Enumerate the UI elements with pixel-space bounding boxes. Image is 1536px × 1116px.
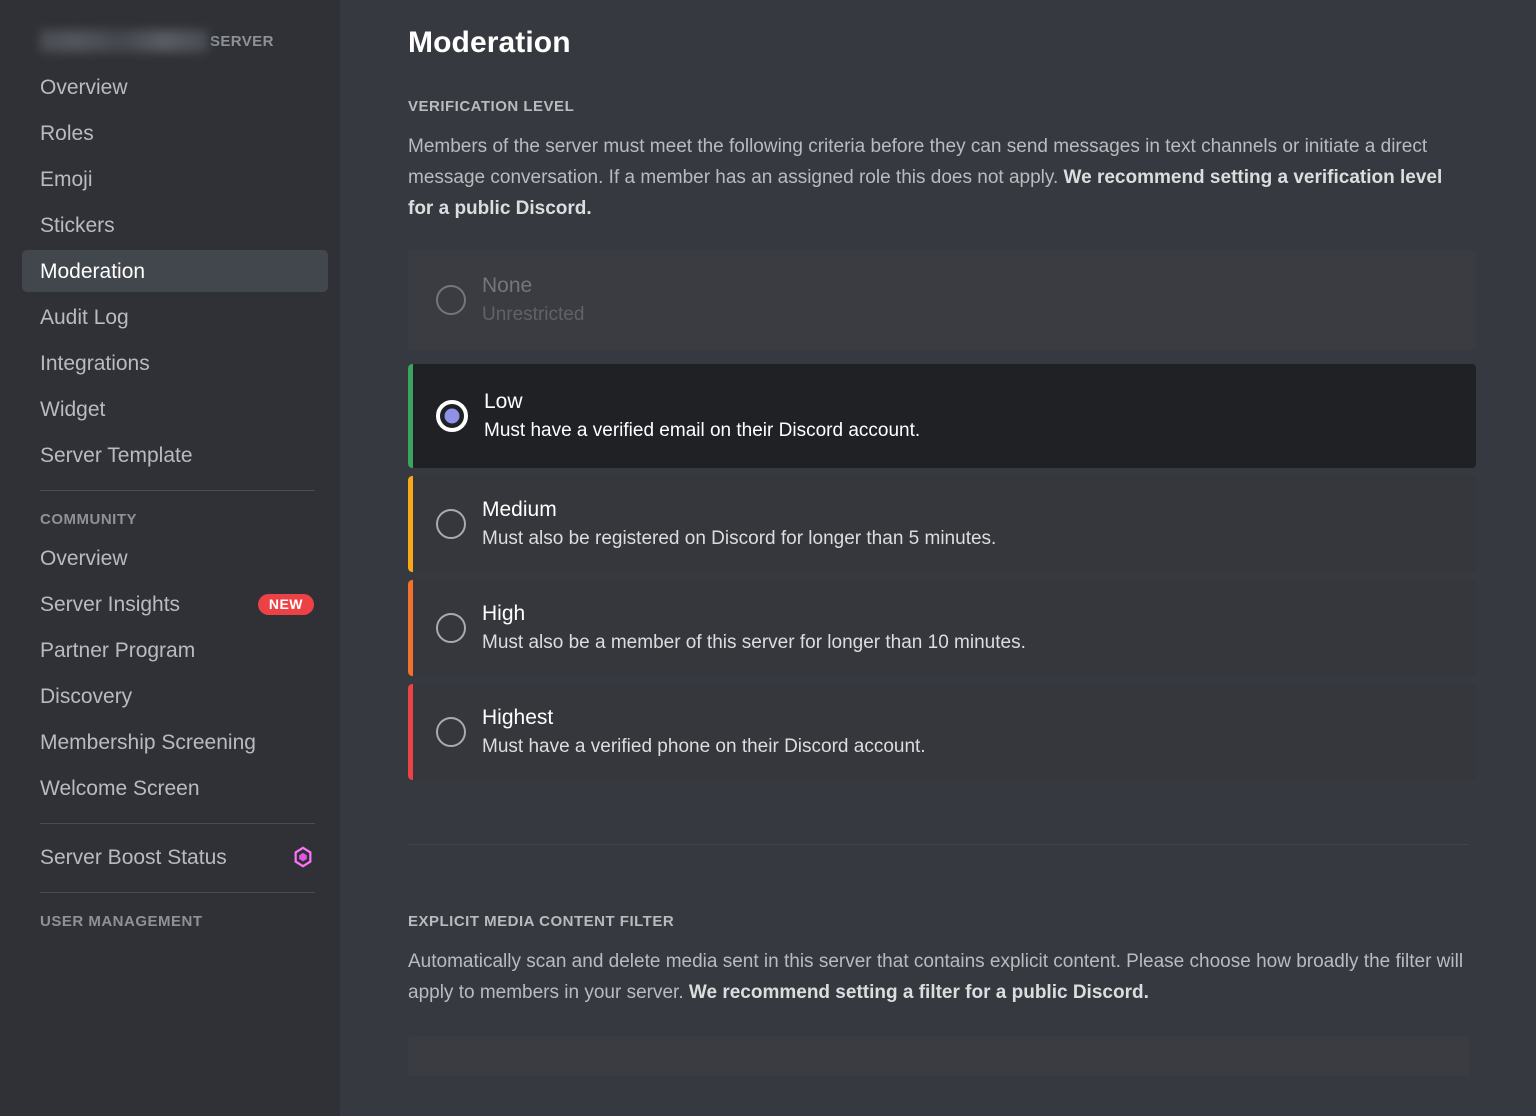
verification-option-none[interactable]: None Unrestricted [408,250,1476,350]
server-header: SERVER [0,26,340,56]
option-subtitle: Must also be registered on Discord for l… [482,527,997,549]
option-text: Highest Must have a verified phone on th… [482,705,926,760]
option-title: Medium [482,497,557,521]
verification-option-low[interactable]: Low Must have a verified email on their … [408,364,1476,468]
section-label-verification-level: VERIFICATION LEVEL [408,98,575,115]
section-divider [408,844,1468,845]
sidebar-item-integrations[interactable]: Integrations [22,342,328,384]
sidebar-item-emoji[interactable]: Emoji [22,158,328,200]
section-label-explicit-media-content-filter: EXPLICIT MEDIA CONTENT FILTER [408,913,675,930]
option-title: Low [484,389,523,413]
status-badge-new: NEW [257,593,314,615]
sidebar-item-label: Server Template [40,443,193,467]
accent-bar-high [408,580,413,676]
sidebar-item-label: Partner Program [40,638,196,662]
discord-server-settings-window: SERVER Overview Roles Emoji Stickers Mod… [0,0,1536,1116]
sidebar-section-community: COMMUNITY [40,511,137,528]
server-settings-group: Overview Roles Emoji Stickers Moderation… [0,66,340,476]
boost-diamond-icon [292,846,314,868]
verification-option-high[interactable]: High Must also be a member of this serve… [408,580,1476,676]
moderation-settings-panel: Moderation VERIFICATION LEVEL Members of… [340,0,1536,1116]
page-title: Moderation [408,26,571,59]
option-text: Low Must have a verified email on their … [484,389,920,444]
radio-icon-none[interactable] [436,285,466,315]
explicit-filter-option-partial[interactable] [408,1036,1470,1076]
server-header-label: SERVER [210,32,274,50]
sidebar-item-label: Audit Log [40,305,129,329]
verification-level-description: Members of the server must meet the foll… [408,131,1470,224]
sidebar-item-label: Membership Screening [40,730,256,754]
sidebar-item-label: Integrations [40,351,150,375]
settings-sidebar: SERVER Overview Roles Emoji Stickers Mod… [0,0,340,1116]
sidebar-item-label: Overview [40,546,128,570]
sidebar-item-label: Roles [40,121,94,145]
accent-bar-highest [408,684,413,780]
sidebar-item-audit-log[interactable]: Audit Log [22,296,328,338]
sidebar-item-overview[interactable]: Overview [22,66,328,108]
community-group: Overview Server Insights NEW Partner Pro… [0,537,340,809]
sidebar-item-label: Discovery [40,684,133,708]
sidebar-divider [40,823,315,824]
verification-option-highest[interactable]: Highest Must have a verified phone on th… [408,684,1476,780]
sidebar-item-membership-screening[interactable]: Membership Screening [22,721,328,763]
sidebar-item-label: Server Insights [40,592,181,616]
option-text: Medium Must also be registered on Discor… [482,497,996,552]
sidebar-item-stickers[interactable]: Stickers [22,204,328,246]
option-text: High Must also be a member of this serve… [482,601,1026,656]
sidebar-item-label: Welcome Screen [40,776,200,800]
sidebar-item-moderation[interactable]: Moderation [22,250,328,292]
accent-bar-low [408,364,413,468]
server-name-redacted [40,30,208,52]
sidebar-item-server-insights[interactable]: Server Insights NEW [22,583,328,625]
sidebar-item-label: Widget [40,397,106,421]
sidebar-item-community-overview[interactable]: Overview [22,537,328,579]
explicit-filter-description-recommendation: We recommend setting a filter for a publ… [688,982,1149,1003]
explicit-filter-description: Automatically scan and delete media sent… [408,946,1470,1008]
sidebar-item-welcome-screen[interactable]: Welcome Screen [22,767,328,809]
option-title: Highest [482,705,554,729]
sidebar-item-discovery[interactable]: Discovery [22,675,328,717]
sidebar-item-partner-program[interactable]: Partner Program [22,629,328,671]
option-title: None [482,273,533,297]
sidebar-item-label: Server Boost Status [40,845,227,869]
radio-icon-high[interactable] [436,613,466,643]
option-subtitle: Must have a verified phone on their Disc… [482,735,926,757]
option-subtitle: Must also be a member of this server for… [482,631,1026,653]
sidebar-item-server-template[interactable]: Server Template [22,434,328,476]
radio-icon-low[interactable] [436,400,468,432]
verification-option-medium[interactable]: Medium Must also be registered on Discor… [408,476,1476,572]
option-text: None Unrestricted [482,273,584,328]
verification-level-options: None Unrestricted Low Must have a verifi… [408,250,1476,780]
sidebar-item-label: Overview [40,75,128,99]
sidebar-item-widget[interactable]: Widget [22,388,328,430]
option-subtitle: Unrestricted [482,303,585,325]
sidebar-divider [40,892,315,893]
sidebar-item-roles[interactable]: Roles [22,112,328,154]
sidebar-item-label: Stickers [40,213,115,237]
accent-bar-medium [408,476,413,572]
sidebar-divider [40,490,315,491]
option-title: High [482,601,526,625]
sidebar-section-user-management: USER MANAGEMENT [40,913,203,930]
radio-icon-highest[interactable] [436,717,466,747]
radio-icon-medium[interactable] [436,509,466,539]
option-subtitle: Must have a verified email on their Disc… [484,419,921,441]
sidebar-item-label: Moderation [40,259,146,283]
sidebar-item-server-boost-status[interactable]: Server Boost Status [22,836,328,878]
sidebar-item-label: Emoji [40,167,93,191]
